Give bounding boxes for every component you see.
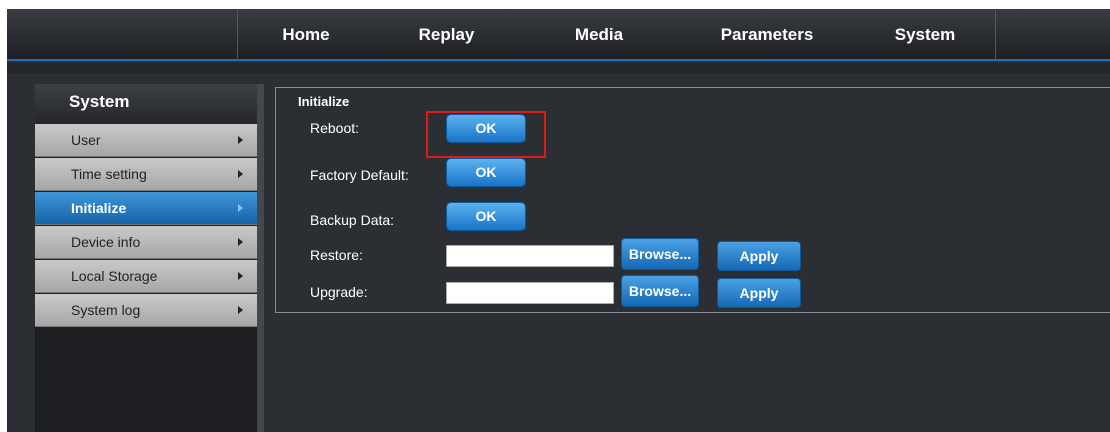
- chevron-right-icon: [238, 204, 243, 212]
- chevron-right-icon: [238, 272, 243, 280]
- sidebar-item-user[interactable]: User: [35, 124, 257, 157]
- restore-apply-button[interactable]: Apply: [717, 241, 801, 271]
- factory-default-ok-button[interactable]: OK: [446, 158, 526, 187]
- panel-title: Initialize: [298, 94, 350, 109]
- chevron-right-icon: [238, 238, 243, 246]
- sidebar-item-label: Local Storage: [71, 268, 158, 284]
- sidebar-item-local-storage[interactable]: Local Storage: [35, 260, 257, 293]
- sidebar-item-label: System log: [71, 302, 141, 318]
- upgrade-label: Upgrade:: [310, 284, 368, 300]
- sidebar-item-device-info[interactable]: Device info: [35, 226, 257, 259]
- reboot-highlight-box: [426, 111, 546, 158]
- sidebar-edge: [257, 84, 264, 432]
- sidebar-item-system-log[interactable]: System log: [35, 294, 257, 327]
- restore-file-input[interactable]: [446, 245, 614, 267]
- sidebar-item-initialize[interactable]: Initialize: [35, 192, 257, 225]
- factory-default-label: Factory Default:: [310, 167, 409, 183]
- backup-data-ok-button[interactable]: OK: [446, 202, 526, 231]
- sidebar-item-label: Time setting: [71, 166, 147, 182]
- upgrade-file-input[interactable]: [446, 282, 614, 304]
- backup-data-label: Backup Data:: [310, 212, 395, 228]
- sidebar-title: System: [35, 84, 257, 124]
- initialize-panel: Initialize Reboot: OK Factory Default: O…: [275, 87, 1110, 313]
- nav-media[interactable]: Media: [519, 9, 679, 61]
- nav-shadow-strip: [7, 63, 1110, 73]
- reboot-label: Reboot:: [310, 120, 360, 136]
- sidebar-item-time-setting[interactable]: Time setting: [35, 158, 257, 191]
- sidebar: System User Time setting Initialize Devi…: [35, 84, 257, 432]
- nav-divider: [995, 9, 996, 61]
- upgrade-apply-button[interactable]: Apply: [717, 278, 801, 308]
- sidebar-item-label: Initialize: [71, 200, 127, 216]
- nav-replay[interactable]: Replay: [374, 9, 519, 61]
- upgrade-browse-button[interactable]: Browse...: [621, 275, 699, 307]
- sidebar-item-label: Device info: [71, 234, 141, 250]
- app-frame: Home Replay Media Parameters System Syst…: [7, 9, 1110, 432]
- chevron-right-icon: [238, 306, 243, 314]
- sidebar-item-label: User: [71, 132, 101, 148]
- restore-browse-button[interactable]: Browse...: [621, 238, 699, 270]
- restore-label: Restore:: [310, 247, 363, 263]
- nav-parameters[interactable]: Parameters: [679, 9, 855, 61]
- chevron-right-icon: [238, 170, 243, 178]
- nav-home[interactable]: Home: [238, 9, 374, 61]
- nav-system[interactable]: System: [855, 9, 995, 61]
- top-nav-bar: Home Replay Media Parameters System: [7, 9, 1110, 61]
- chevron-right-icon: [238, 136, 243, 144]
